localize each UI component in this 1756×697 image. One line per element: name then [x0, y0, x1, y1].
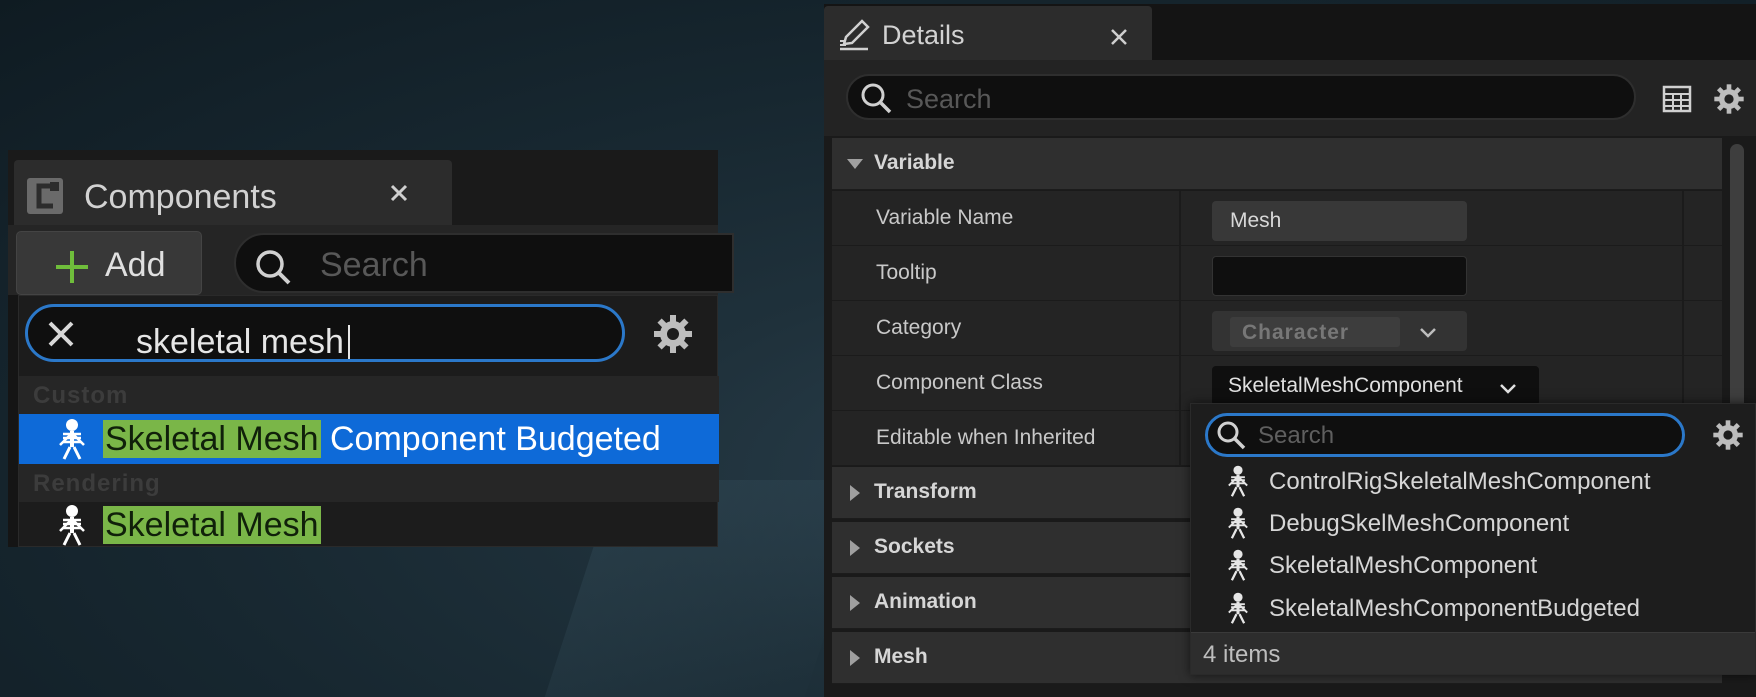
- clear-x-icon[interactable]: [46, 319, 76, 349]
- match-highlight: Skeletal Mesh: [103, 506, 321, 544]
- search-icon: [1217, 421, 1246, 450]
- class-option-label: DebugSkelMeshComponent: [1269, 510, 1570, 537]
- tooltip-field[interactable]: [1212, 256, 1467, 296]
- class-option[interactable]: SkeletalMeshComponent: [1225, 546, 1745, 584]
- triangle-down-icon: [847, 159, 863, 169]
- property-name: Tooltip: [876, 261, 937, 284]
- column-divider: [1179, 356, 1181, 411]
- class-picker-footer: 4 items: [1191, 632, 1755, 674]
- category-label: Mesh: [874, 645, 928, 668]
- item-count: 4 items: [1203, 641, 1281, 668]
- property-row-variable-name: Variable Name Mesh: [832, 191, 1722, 246]
- gear-icon[interactable]: [1711, 418, 1745, 452]
- category-label: Sockets: [874, 535, 955, 558]
- pencil-icon: [840, 19, 870, 51]
- property-row-category: Category Character: [832, 301, 1722, 356]
- category-header-custom: Custom: [19, 376, 719, 414]
- component-class-value: SkeletalMeshComponent: [1228, 374, 1463, 397]
- details-tab[interactable]: Details: [824, 6, 1152, 60]
- property-row-tooltip: Tooltip: [832, 246, 1722, 301]
- column-divider: [1179, 411, 1181, 466]
- column-divider: [1682, 191, 1684, 246]
- result-label: Skeletal Mesh Component Budgeted: [103, 420, 661, 458]
- components-panel: Components Add Search skeletal mesh Cust…: [8, 150, 734, 550]
- class-option[interactable]: SkeletalMeshComponentBudgeted: [1225, 589, 1745, 627]
- close-icon[interactable]: [1108, 26, 1130, 48]
- details-scrollbar[interactable]: [1730, 144, 1744, 419]
- category-dropdown[interactable]: Character: [1212, 311, 1467, 351]
- class-option-label: SkeletalMeshComponentBudgeted: [1269, 595, 1640, 622]
- chevron-down-icon: [1420, 328, 1436, 338]
- class-option[interactable]: DebugSkelMeshComponent: [1225, 504, 1745, 542]
- category-label: Variable: [874, 151, 955, 174]
- column-divider: [1682, 301, 1684, 356]
- search-placeholder: Search: [906, 84, 992, 114]
- details-search-input[interactable]: Search: [846, 74, 1636, 120]
- add-component-popup: skeletal mesh Custom Skeletal Mesh Compo…: [18, 295, 719, 550]
- details-search-bar: Search: [824, 60, 1756, 136]
- filter-query-text: skeletal mesh: [118, 315, 368, 361]
- category-label: Animation: [874, 590, 977, 613]
- skeleton-icon: [1228, 507, 1248, 539]
- gear-icon[interactable]: [1712, 82, 1746, 116]
- skeleton-icon: [1228, 465, 1248, 497]
- skeleton-icon: [1228, 592, 1248, 624]
- category-header-rendering: Rendering: [19, 464, 719, 502]
- class-option[interactable]: ControlRigSkeletalMeshComponent: [1225, 462, 1745, 500]
- components-toolbar: Add Search: [8, 225, 734, 295]
- property-name: Editable when Inherited: [876, 426, 1096, 449]
- plus-icon: [56, 251, 88, 283]
- match-highlight: Skeletal Mesh: [103, 420, 321, 458]
- property-name: Component Class: [876, 371, 1043, 394]
- details-tab-title: Details: [882, 20, 965, 50]
- variable-name-field[interactable]: Mesh: [1212, 201, 1467, 241]
- gear-icon[interactable]: [651, 312, 695, 356]
- grid-icon[interactable]: [1662, 84, 1692, 114]
- category-value: Character: [1230, 317, 1400, 347]
- column-divider: [1682, 246, 1684, 301]
- search-icon: [256, 250, 291, 285]
- skeleton-icon: [59, 419, 85, 460]
- property-name: Category: [876, 316, 962, 339]
- components-search-input[interactable]: Search: [234, 233, 734, 293]
- components-tab[interactable]: Components: [14, 160, 452, 225]
- triangle-right-icon: [850, 595, 860, 611]
- triangle-right-icon: [850, 540, 860, 556]
- result-skeletal-mesh-component-budgeted[interactable]: Skeletal Mesh Component Budgeted: [19, 414, 719, 464]
- triangle-right-icon: [850, 485, 860, 501]
- category-label: Transform: [874, 480, 977, 503]
- components-tab-title: Components: [84, 178, 277, 216]
- search-icon: [861, 83, 892, 114]
- column-divider: [1179, 246, 1181, 301]
- class-option-label: SkeletalMeshComponent: [1269, 552, 1538, 579]
- add-component-button[interactable]: Add: [16, 231, 202, 295]
- close-icon[interactable]: [384, 178, 414, 208]
- components-tabbar: Components: [8, 150, 718, 225]
- skeleton-icon: [1228, 549, 1248, 581]
- skeleton-icon: [59, 505, 85, 546]
- blueprint-c-icon: [27, 178, 63, 214]
- search-placeholder: Search: [1258, 422, 1335, 449]
- triangle-right-icon: [850, 650, 860, 666]
- component-filter-input[interactable]: skeletal mesh: [25, 304, 625, 362]
- class-option-label: ControlRigSkeletalMeshComponent: [1269, 468, 1651, 495]
- add-button-label: Add: [105, 246, 166, 284]
- column-divider: [1179, 191, 1181, 246]
- component-class-picker: Search ControlRigSkeletalMeshComponent D…: [1190, 403, 1756, 675]
- result-skeletal-mesh[interactable]: Skeletal Mesh: [19, 500, 719, 550]
- property-name: Variable Name: [876, 206, 1014, 229]
- column-divider: [1179, 301, 1181, 356]
- chevron-down-icon: [1500, 384, 1516, 394]
- class-search-input[interactable]: Search: [1205, 413, 1685, 457]
- search-placeholder: Search: [320, 246, 428, 284]
- category-variable[interactable]: Variable: [832, 138, 1722, 190]
- details-tabbar: Details: [824, 4, 1756, 60]
- component-class-combo[interactable]: SkeletalMeshComponent: [1212, 366, 1539, 406]
- result-label: Skeletal Mesh: [103, 506, 321, 545]
